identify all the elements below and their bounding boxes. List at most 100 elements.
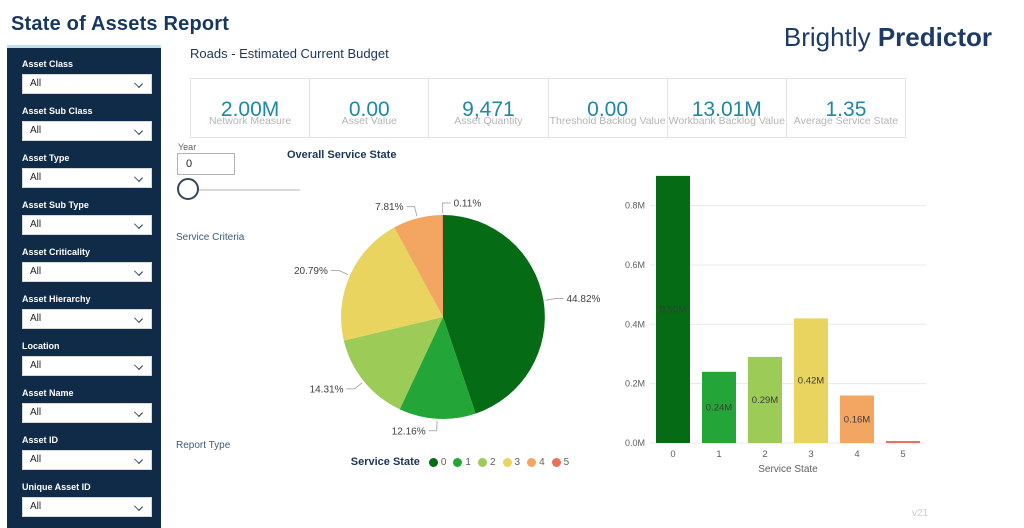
y-axis-tick-label: 0.6M <box>625 260 645 270</box>
legend-item-0[interactable]: 0 <box>429 457 447 468</box>
bar-data-label: 0.29M <box>752 395 778 406</box>
bar-service-state-5[interactable] <box>886 441 920 443</box>
filter-dropdown-location[interactable]: All <box>22 356 152 376</box>
legend-item-label: 2 <box>490 457 496 468</box>
filter-dropdown-unique-asset-id[interactable]: All <box>22 497 152 517</box>
year-slider-handle[interactable] <box>177 178 199 200</box>
y-axis-tick-label: 0.0M <box>625 438 645 448</box>
chevron-down-icon <box>134 408 143 417</box>
legend-dot <box>503 458 512 467</box>
bar-data-label: 0.90M <box>660 305 686 316</box>
filter-asset-hierarchy: Asset Hierarchy All <box>7 294 161 341</box>
pie-chart-title: Overall Service State <box>287 149 396 161</box>
filter-list: Asset ClassAllAsset Sub Class All Asset Ty… <box>7 59 161 528</box>
pie-data-label: 20.79% <box>294 266 328 277</box>
kpi-card-asset-quantity: 9,471Asset Quantity <box>428 78 548 138</box>
filter-asset-criticality: Asset Criticality All <box>7 247 161 294</box>
pie-data-label: 44.82% <box>567 294 601 305</box>
filter-label: Location <box>22 341 152 351</box>
bar-data-label: 0.24M <box>706 402 732 413</box>
x-axis-tick-label: 0 <box>670 449 675 460</box>
filter-dropdown-asset-type[interactable]: All <box>22 168 152 188</box>
filter-dropdown-asset-criticality[interactable]: All <box>22 262 152 282</box>
kpi-label: Asset Value <box>342 115 397 127</box>
report-type-label: Report Type <box>176 440 230 451</box>
report-subtitle: Roads - Estimated Current Budget <box>190 46 389 61</box>
legend-item-label: 0 <box>441 457 447 468</box>
y-axis-tick-label: 0.2M <box>625 379 645 389</box>
chevron-down-icon <box>134 455 143 464</box>
service-criteria-label: Service Criteria <box>176 232 244 243</box>
service-state-bar-chart: 0.0M0.2M0.4M0.6M0.8M0.90M00.24M10.29M20.… <box>608 158 938 488</box>
chevron-down-icon <box>134 79 143 88</box>
kpi-card-average-service-state: 1.35Average Service State <box>786 78 906 138</box>
chevron-down-icon <box>134 126 143 135</box>
kpi-row: 2.00MNetwork Measure0.00Asset Value9,471… <box>190 78 906 138</box>
kpi-label: Network Measure <box>209 115 291 127</box>
legend-dot <box>478 458 487 467</box>
bar-data-label: 0.16M <box>844 414 870 425</box>
legend-item-label: 5 <box>564 457 570 468</box>
kpi-label: Workbank Backlog Value <box>669 115 785 127</box>
filter-unique-asset-id: Unique Asset IDAll <box>7 482 161 528</box>
legend-item-3[interactable]: 3 <box>503 457 521 468</box>
bar-data-label: 0.42M <box>798 376 824 387</box>
kpi-label: Asset Quantity <box>454 115 522 127</box>
chevron-down-icon <box>134 502 143 511</box>
legend-item-label: 3 <box>515 457 521 468</box>
pie-data-label: 0.11% <box>454 199 482 210</box>
legend-dot <box>527 458 536 467</box>
filter-label: Asset Type <box>22 153 152 163</box>
legend-item-4[interactable]: 4 <box>527 457 545 468</box>
filter-asset-sub-class: Asset Sub Class All <box>7 106 161 153</box>
y-axis-tick-label: 0.4M <box>625 319 645 329</box>
filter-dropdown-asset-id[interactable]: All <box>22 450 152 470</box>
pie-data-label: 7.81% <box>375 202 403 213</box>
legend-item-5[interactable]: 5 <box>552 457 570 468</box>
filter-dropdown-asset-hierarchy[interactable]: All <box>22 309 152 329</box>
chevron-down-icon <box>134 314 143 323</box>
filter-dropdown-asset-name[interactable]: All <box>22 403 152 423</box>
pie-label-leader <box>331 271 348 275</box>
legend-dot <box>429 458 438 467</box>
y-axis-tick-label: 0.8M <box>625 201 645 211</box>
pie-label-leader <box>443 203 451 213</box>
filter-dropdown-asset-sub-class[interactable]: All <box>22 121 152 141</box>
brightly-predictor-logo: Brightly Predictor <box>784 22 992 53</box>
kpi-card-workbank-backlog-value: 13.01MWorkbank Backlog Value <box>667 78 787 138</box>
legend-dot <box>552 458 561 467</box>
legend-item-2[interactable]: 2 <box>478 457 496 468</box>
page-title: State of Assets Report <box>11 13 229 36</box>
filter-dropdown-asset-sub-type[interactable]: All <box>22 215 152 235</box>
kpi-card-network-measure: 2.00MNetwork Measure <box>190 78 310 138</box>
kpi-label: Average Service State <box>794 115 898 127</box>
legend-item-label: 4 <box>539 457 545 468</box>
filter-asset-id: Asset ID All <box>7 435 161 482</box>
chevron-down-icon <box>134 173 143 182</box>
service-state-pie-chart: 44.82%12.16%14.31%20.79%7.81%0.11% <box>278 186 614 448</box>
kpi-label: Threshold Backlog Value <box>550 115 666 127</box>
pie-label-leader <box>429 421 438 431</box>
pie-data-label: 14.31% <box>310 384 344 395</box>
chevron-down-icon <box>134 220 143 229</box>
version-badge: v21 <box>912 508 928 519</box>
pie-label-leader <box>407 207 418 217</box>
kpi-card-threshold-backlog-value: 0.00Threshold Backlog Value <box>548 78 668 138</box>
filter-label: Asset ID <box>22 435 152 445</box>
filter-asset-sub-type: Asset Sub Type All <box>7 200 161 247</box>
report-page: State of Assets Report Brightly Predicto… <box>0 0 1024 528</box>
filter-label: Asset Criticality <box>22 247 152 257</box>
x-axis-tick-label: 5 <box>900 449 905 460</box>
filter-label: Asset Sub Class <box>22 106 152 116</box>
logo-brightly: Brightly <box>784 22 871 52</box>
year-input[interactable] <box>177 153 235 175</box>
filter-dropdown-asset-class[interactable]: All <box>22 74 152 94</box>
filter-label: Asset Sub Type <box>22 200 152 210</box>
pie-label-leader <box>546 299 564 301</box>
filter-asset-class: Asset ClassAll <box>7 59 161 106</box>
legend-item-1[interactable]: 1 <box>453 457 471 468</box>
filter-label: Asset Name <box>22 388 152 398</box>
filter-label: Asset Hierarchy <box>22 294 152 304</box>
legend-dot <box>453 458 462 467</box>
filter-sidebar: Asset ClassAllAsset Sub Class All Asset Ty… <box>7 45 161 528</box>
